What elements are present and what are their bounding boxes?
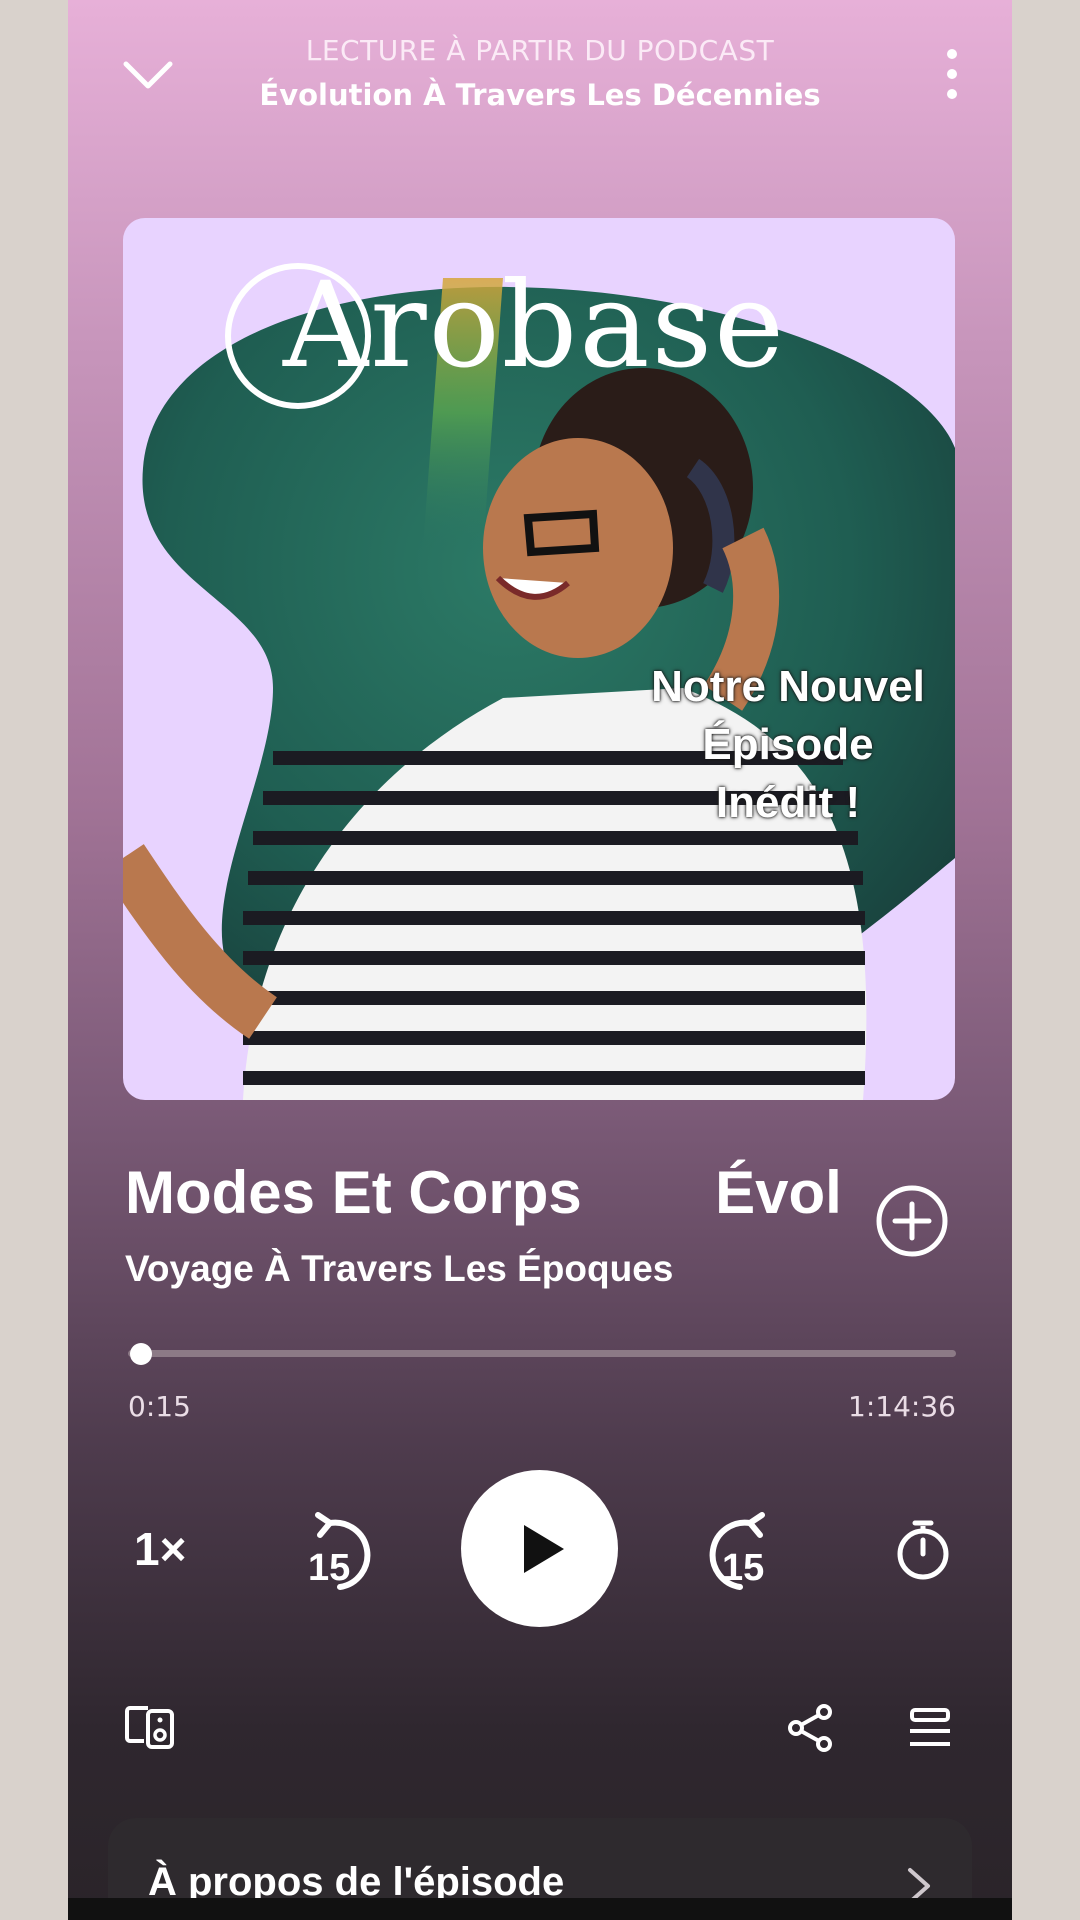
forward-15-button[interactable]: 15 [690, 1505, 780, 1595]
podcast-title[interactable]: Évolution À Travers Les Décennies [68, 78, 1012, 112]
overlay-line: Inédit ! [715, 778, 861, 827]
progress-track[interactable] [128, 1350, 956, 1357]
forward-label: 15 [722, 1547, 765, 1589]
artwork-overlay-text: Notre Nouvel Épisode Inédit ! [623, 658, 953, 832]
more-vertical-icon[interactable] [920, 42, 984, 106]
connect-device-icon[interactable] [120, 1700, 180, 1756]
sleep-timer-icon[interactable] [888, 1515, 958, 1585]
elapsed-time: 0:15 [128, 1390, 191, 1423]
queue-icon[interactable] [902, 1702, 958, 1754]
overlay-line: Notre Nouvel [651, 662, 925, 711]
overlay-line: Épisode [702, 720, 874, 769]
plus-circle-icon[interactable] [874, 1183, 950, 1259]
rewind-label: 15 [308, 1547, 351, 1589]
duration-time: 1:14:36 [848, 1390, 956, 1423]
bottom-edge [68, 1898, 1012, 1920]
progress-knob[interactable] [130, 1343, 153, 1365]
brand-logo: Arobase [283, 256, 786, 394]
playback-speed-button[interactable]: 1× [134, 1522, 186, 1576]
play-button[interactable] [461, 1470, 618, 1627]
play-icon [523, 1524, 564, 1573]
episode-title[interactable]: Modes Et Corps Évol [125, 1158, 842, 1227]
share-icon[interactable] [782, 1700, 838, 1756]
playing-from-label: LECTURE À PARTIR DU PODCAST [305, 34, 775, 67]
rewind-15-button[interactable]: 15 [300, 1505, 390, 1595]
player-screen: LECTURE À PARTIR DU PODCAST Évolution À … [68, 0, 1012, 1920]
episode-artwork: Arobase Notre Nouvel Épisode Inédit ! [123, 218, 955, 1100]
episode-subtitle[interactable]: Voyage À Travers Les Époques [125, 1248, 673, 1290]
